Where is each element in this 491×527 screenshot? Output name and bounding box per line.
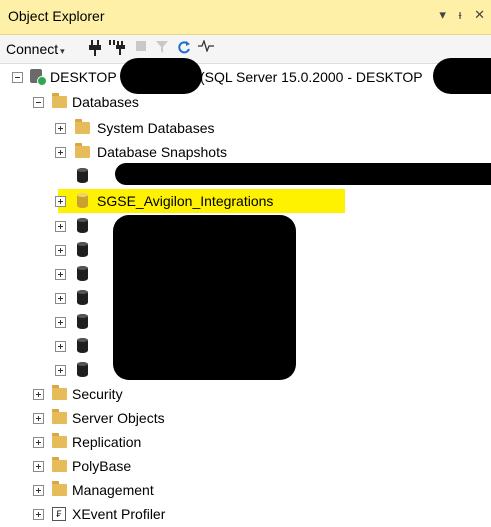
database-icon <box>77 193 88 208</box>
xevent-profiler-label: XEvent Profiler <box>72 506 166 522</box>
database-icon <box>77 338 88 353</box>
expand-management-icon[interactable] <box>33 485 44 496</box>
tree-node-xevent-profiler[interactable]: ₣ XEvent Profiler <box>0 503 491 527</box>
redaction-mark <box>120 58 202 94</box>
tree-node-system-databases[interactable]: System Databases <box>0 117 491 141</box>
expand-database-snapshots-icon[interactable] <box>55 147 66 158</box>
expand-database-icon[interactable] <box>55 317 66 328</box>
tree-node-database-snapshots[interactable]: Database Snapshots <box>0 141 491 165</box>
connect-label: Connect <box>6 41 59 57</box>
collapse-server-icon[interactable] <box>12 72 23 83</box>
tree-node-security[interactable]: Security <box>0 383 491 407</box>
tree-node-management[interactable]: Management <box>0 479 491 503</box>
expand-system-databases-icon[interactable] <box>55 123 66 134</box>
replication-label: Replication <box>72 434 142 450</box>
database-icon <box>77 314 88 329</box>
folder-icon <box>75 143 90 158</box>
folder-icon <box>52 409 67 424</box>
disconnect-plug-icon[interactable] <box>109 40 125 56</box>
folder-icon <box>52 433 67 448</box>
folder-icon <box>52 481 67 496</box>
expand-database-icon[interactable] <box>55 221 66 232</box>
xevent-profiler-icon: ₣ <box>52 507 66 521</box>
panel-controls: ▾ ᵻ ✕ <box>430 7 485 23</box>
server-label-suffix: (SQL Server 15.0.2000 - DESKTOP <box>200 69 423 85</box>
refresh-icon[interactable] <box>176 40 192 56</box>
filter-icon[interactable] <box>154 40 170 56</box>
database-icon <box>77 266 88 281</box>
expand-database-icon[interactable] <box>55 341 66 352</box>
expand-security-icon[interactable] <box>33 389 44 400</box>
database-icon <box>77 218 88 233</box>
database-icon <box>77 168 88 183</box>
object-explorer-title-bar: Object Explorer ▾ ᵻ ✕ <box>0 0 491 35</box>
stop-icon[interactable] <box>133 40 149 56</box>
databases-label: Databases <box>72 94 139 110</box>
expand-database-icon[interactable] <box>55 196 66 207</box>
system-databases-label: System Databases <box>97 120 215 136</box>
tree-node-databases[interactable]: Databases <box>0 91 491 115</box>
database-icon <box>77 242 88 257</box>
expand-polybase-icon[interactable] <box>33 461 44 472</box>
server-label-prefix: DESKTOP <box>50 69 117 85</box>
expand-database-icon[interactable] <box>55 269 66 280</box>
database-icon <box>77 362 88 377</box>
management-label: Management <box>72 482 154 498</box>
close-icon[interactable]: ✕ <box>474 7 485 22</box>
expand-server-objects-icon[interactable] <box>33 413 44 424</box>
redaction-mark <box>115 163 491 185</box>
server-objects-label: Server Objects <box>72 410 165 426</box>
security-label: Security <box>72 386 123 402</box>
database-snapshots-label: Database Snapshots <box>97 144 227 160</box>
folder-icon <box>52 385 67 400</box>
database-label: SGSE_Avigilon_Integrations <box>97 193 274 209</box>
folder-icon <box>52 457 67 472</box>
tree-node-sgse-avigilon-integrations[interactable]: SGSE_Avigilon_Integrations <box>0 190 491 214</box>
expand-database-icon[interactable] <box>55 365 66 376</box>
object-explorer-toolbar: Connect ▾ <box>0 35 491 64</box>
connect-dropdown-icon[interactable]: ▾ <box>60 46 65 56</box>
connect-plug-icon[interactable] <box>87 40 103 56</box>
server-icon <box>30 69 47 86</box>
redaction-mark <box>113 215 296 380</box>
expand-database-icon[interactable] <box>55 293 66 304</box>
tree-node-replication[interactable]: Replication <box>0 431 491 455</box>
collapse-databases-icon[interactable] <box>33 97 44 108</box>
folder-icon <box>52 93 67 108</box>
window-position-dropdown-icon[interactable]: ▾ <box>439 7 446 22</box>
redaction-mark <box>433 58 491 94</box>
tree-node-server-objects[interactable]: Server Objects <box>0 407 491 431</box>
folder-icon <box>75 119 90 134</box>
auto-hide-pin-icon[interactable]: ᵻ <box>459 7 462 22</box>
connect-button[interactable]: Connect ▾ <box>6 41 65 57</box>
database-icon <box>77 290 88 305</box>
tree-node-server[interactable]: DESKTOP (SQL Server 15.0.2000 - DESKTOP <box>0 66 491 90</box>
expand-database-icon[interactable] <box>55 245 66 256</box>
activity-monitor-icon[interactable] <box>198 39 214 56</box>
tree-node-polybase[interactable]: PolyBase <box>0 455 491 479</box>
polybase-label: PolyBase <box>72 458 132 474</box>
expand-replication-icon[interactable] <box>33 437 44 448</box>
panel-title: Object Explorer <box>8 8 105 24</box>
expand-xevent-profiler-icon[interactable] <box>33 509 44 520</box>
